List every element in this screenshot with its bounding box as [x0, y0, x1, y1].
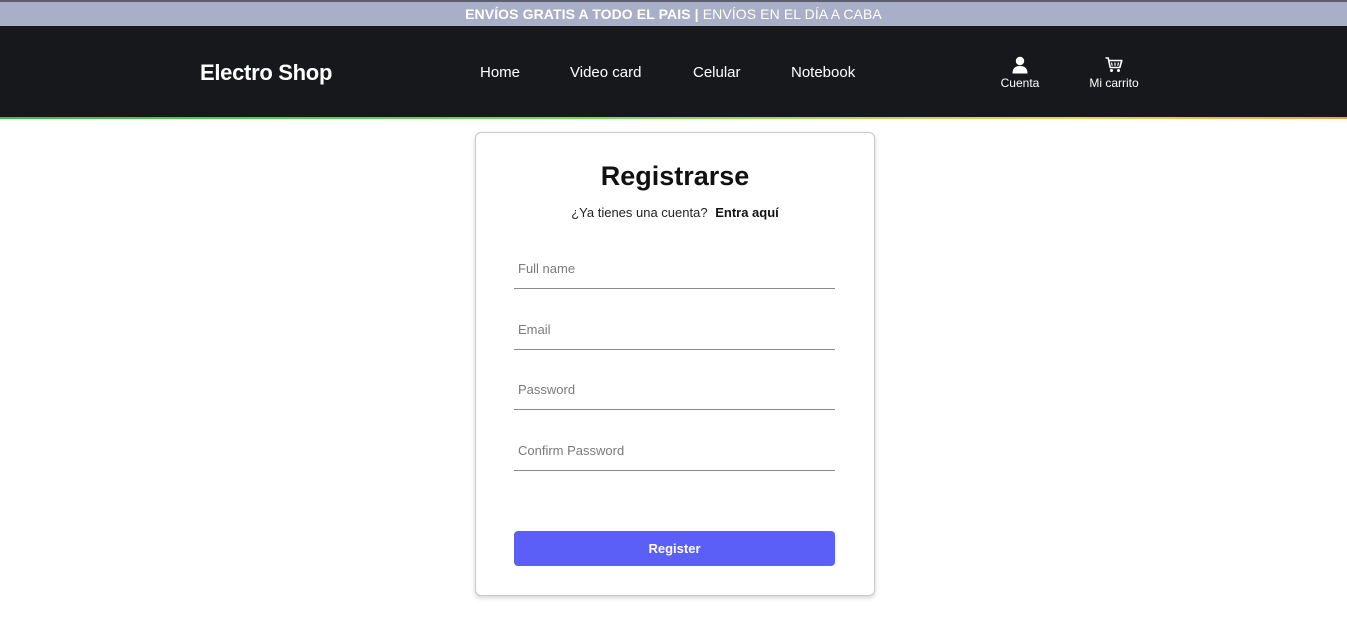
site-header: Electro Shop Home Video card Celular Not… — [0, 26, 1347, 117]
account-label: Cuenta — [1000, 76, 1040, 90]
page-title: Registrarse — [600, 161, 750, 191]
site-logo[interactable]: Electro Shop — [200, 60, 332, 86]
register-card: Registrarse ¿Ya tienes una cuenta? Entra… — [475, 132, 875, 596]
register-button[interactable]: Register — [514, 531, 835, 566]
shopping-cart-icon — [1105, 57, 1123, 72]
nav-video-card[interactable]: Video card — [570, 64, 641, 81]
account-button[interactable]: Cuenta — [985, 56, 1055, 90]
login-prompt: ¿Ya tienes una cuenta? Entra aquí — [476, 205, 874, 220]
promo-free-shipping: ENVÍOS GRATIS A TODO EL PAIS — [465, 6, 691, 22]
nav-celular[interactable]: Celular — [693, 64, 741, 81]
promo-same-day: ENVÍOS EN EL DÍA A CABA — [702, 6, 882, 22]
nav-home[interactable]: Home — [480, 64, 520, 81]
confirm-password-input[interactable] — [514, 431, 835, 471]
nav-notebook[interactable]: Notebook — [791, 64, 855, 81]
password-input[interactable] — [514, 370, 835, 410]
user-icon — [1012, 56, 1028, 74]
cart-label: Mi carrito — [1089, 76, 1139, 90]
email-input[interactable] — [514, 310, 835, 350]
header-accent-line — [0, 117, 1347, 119]
promo-separator: | — [694, 6, 699, 22]
promo-bar: ENVÍOS GRATIS A TODO EL PAIS | ENVÍOS EN… — [0, 0, 1347, 26]
full-name-input[interactable] — [514, 249, 835, 289]
cart-button[interactable]: Mi carrito — [1079, 56, 1149, 90]
login-prompt-text: ¿Ya tienes una cuenta? — [571, 205, 708, 220]
login-link[interactable]: Entra aquí — [715, 205, 779, 220]
